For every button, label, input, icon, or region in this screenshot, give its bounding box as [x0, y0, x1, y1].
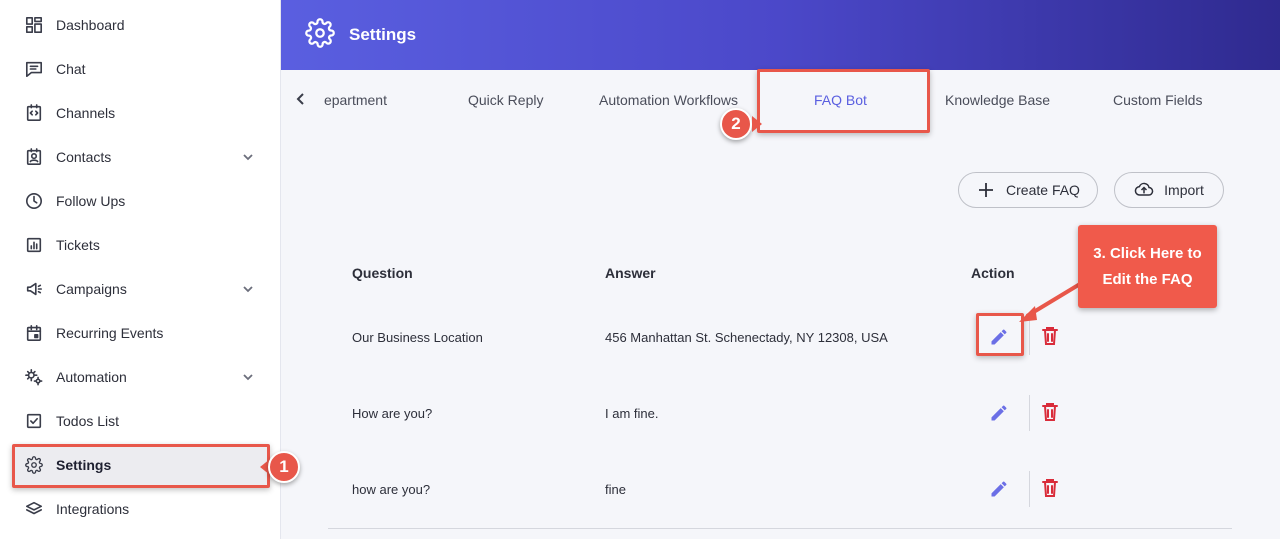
divider: [1029, 471, 1030, 507]
sidebar-item-channels[interactable]: Channels: [12, 92, 268, 134]
chat-icon: [24, 59, 44, 79]
row-actions: [979, 393, 1079, 433]
table-cell-question: how are you?: [352, 482, 431, 497]
clock-icon: [24, 191, 44, 211]
column-header-action: Action: [971, 265, 1015, 281]
channels-icon: [24, 103, 44, 123]
cloud-upload-icon: [1134, 182, 1154, 196]
chevron-left-icon[interactable]: [295, 92, 307, 106]
chevron-down-icon[interactable]: [242, 370, 254, 382]
sidebar-item-contacts[interactable]: Contacts: [12, 136, 268, 178]
sidebar-item-recurring-events[interactable]: Recurring Events: [12, 312, 268, 354]
callout-line-1: 3. Click Here to: [1093, 244, 1202, 262]
trash-icon[interactable]: [1041, 478, 1059, 498]
sidebar-item-campaigns[interactable]: Campaigns: [12, 268, 268, 310]
sidebar-item-label: Tickets: [56, 237, 100, 253]
table-cell-question: How are you?: [352, 406, 433, 421]
row-actions: [979, 469, 1079, 509]
sidebar-item-integrations[interactable]: Integrations: [12, 488, 268, 530]
gear-icon: [305, 17, 335, 53]
plus-icon: [979, 183, 994, 197]
badge-pointer: [752, 116, 762, 132]
sidebar-item-label: Campaigns: [56, 281, 127, 297]
table-cell-answer: 456 Manhattan St. Schenectady, NY 12308,…: [605, 330, 888, 345]
edit-pencil-icon[interactable]: [989, 403, 1009, 423]
sidebar-item-label: Contacts: [56, 149, 112, 165]
sidebar-item-label: Follow Ups: [56, 193, 126, 209]
sidebar-item-label: Integrations: [56, 501, 130, 517]
step-badge-1: 1: [268, 451, 300, 483]
callout-line-2: Edit the FAQ: [1102, 270, 1193, 288]
page-title: Settings: [349, 25, 417, 44]
table-cell-answer: I am fine.: [605, 406, 659, 421]
import-button[interactable]: Import: [1114, 172, 1224, 208]
column-header-question: Question: [352, 265, 413, 281]
table-cell-question: Our Business Location: [352, 330, 483, 345]
calendar-icon: [24, 323, 44, 343]
highlight-settings: [12, 444, 270, 488]
trash-icon[interactable]: [1041, 402, 1059, 422]
sidebar-item-follow-ups[interactable]: Follow Ups: [12, 180, 268, 222]
checkbox-icon: [24, 411, 44, 431]
highlight-faq-bot-tab: [757, 69, 930, 133]
layers-icon: [24, 499, 44, 519]
tab-automation-workflows[interactable]: Automation Workflows: [599, 92, 738, 108]
column-header-answer: Answer: [605, 265, 656, 281]
chevron-down-icon[interactable]: [242, 282, 254, 294]
divider: [1029, 395, 1030, 431]
sidebar-item-label: Recurring Events: [56, 325, 164, 341]
contacts-icon: [24, 147, 44, 167]
tab-department[interactable]: epartment: [315, 88, 395, 112]
sidebar-item-label: Channels: [56, 105, 116, 121]
tab-custom-fields[interactable]: Custom Fields: [1113, 92, 1202, 108]
sidebar-item-label: Dashboard: [56, 17, 125, 33]
tickets-icon: [24, 235, 44, 255]
create-faq-button[interactable]: Create FAQ: [958, 172, 1098, 208]
cogs-icon: [24, 367, 44, 387]
step-3-callout: 3. Click Here to Edit the FAQ: [1078, 225, 1217, 308]
sidebar-item-label: Automation: [56, 369, 127, 385]
chevron-down-icon[interactable]: [242, 150, 254, 162]
table-bottom-border: [328, 528, 1232, 529]
edit-pencil-icon[interactable]: [989, 479, 1009, 499]
sidebar-item-tickets[interactable]: Tickets: [12, 224, 268, 266]
tab-knowledge-base[interactable]: Knowledge Base: [945, 92, 1050, 108]
callout-arrow: [1019, 282, 1082, 322]
megaphone-icon: [24, 279, 44, 299]
tab-quick-reply[interactable]: Quick Reply: [468, 92, 543, 108]
sidebar-item-label: Todos List: [56, 413, 120, 429]
table-cell-answer: fine: [605, 482, 626, 497]
sidebar-item-chat[interactable]: Chat: [12, 48, 268, 90]
sidebar-item-label: Chat: [56, 61, 86, 77]
sidebar-item-automation[interactable]: Automation: [12, 356, 268, 398]
sidebar-item-todos-list[interactable]: Todos List: [12, 400, 268, 442]
step-badge-2: 2: [720, 108, 752, 140]
sidebar-item-dashboard[interactable]: Dashboard: [12, 4, 268, 46]
page-header: Settings: [281, 0, 1280, 70]
dashboard-icon: [24, 15, 44, 35]
